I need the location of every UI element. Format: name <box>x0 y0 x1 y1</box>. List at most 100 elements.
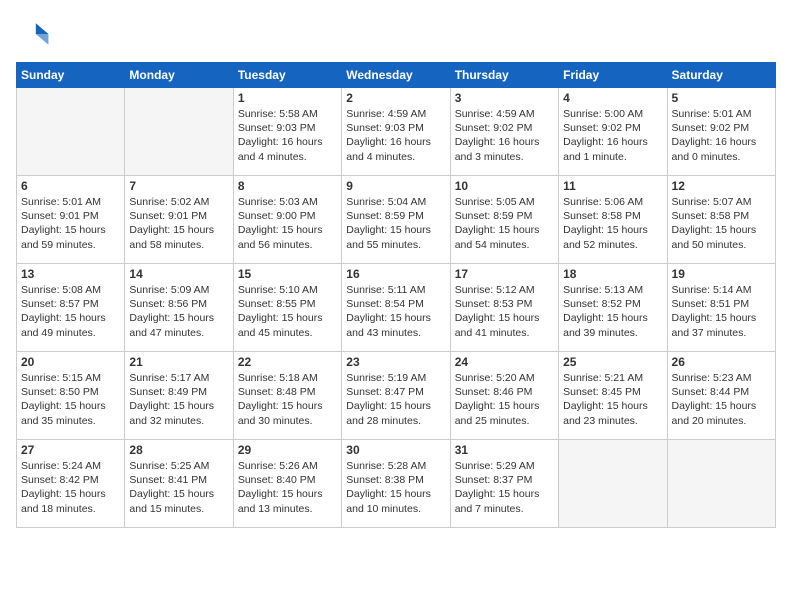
logo-icon <box>16 16 52 52</box>
calendar-cell: 12 Sunrise: 5:07 AMSunset: 8:58 PMDayligh… <box>667 176 775 264</box>
cell-info: Sunrise: 5:09 AMSunset: 8:56 PMDaylight:… <box>129 283 228 340</box>
day-number: 15 <box>238 267 337 281</box>
calendar-cell: 28 Sunrise: 5:25 AMSunset: 8:41 PMDayligh… <box>125 440 233 528</box>
calendar-cell: 10 Sunrise: 5:05 AMSunset: 8:59 PMDayligh… <box>450 176 558 264</box>
calendar-cell: 24 Sunrise: 5:20 AMSunset: 8:46 PMDayligh… <box>450 352 558 440</box>
page-header <box>16 16 776 52</box>
cell-info: Sunrise: 5:24 AMSunset: 8:42 PMDaylight:… <box>21 459 120 516</box>
calendar-cell: 8 Sunrise: 5:03 AMSunset: 9:00 PMDaylight… <box>233 176 341 264</box>
cell-info: Sunrise: 5:04 AMSunset: 8:59 PMDaylight:… <box>346 195 445 252</box>
day-number: 27 <box>21 443 120 457</box>
calendar-header-row: SundayMondayTuesdayWednesdayThursdayFrid… <box>17 63 776 88</box>
day-number: 23 <box>346 355 445 369</box>
cell-info: Sunrise: 5:01 AMSunset: 9:01 PMDaylight:… <box>21 195 120 252</box>
day-number: 20 <box>21 355 120 369</box>
calendar-cell: 5 Sunrise: 5:01 AMSunset: 9:02 PMDaylight… <box>667 88 775 176</box>
calendar-header-saturday: Saturday <box>667 63 775 88</box>
calendar-cell: 22 Sunrise: 5:18 AMSunset: 8:48 PMDayligh… <box>233 352 341 440</box>
calendar-cell: 23 Sunrise: 5:19 AMSunset: 8:47 PMDayligh… <box>342 352 450 440</box>
day-number: 25 <box>563 355 662 369</box>
cell-info: Sunrise: 5:00 AMSunset: 9:02 PMDaylight:… <box>563 107 662 164</box>
calendar-cell: 19 Sunrise: 5:14 AMSunset: 8:51 PMDayligh… <box>667 264 775 352</box>
cell-info: Sunrise: 5:23 AMSunset: 8:44 PMDaylight:… <box>672 371 771 428</box>
day-number: 7 <box>129 179 228 193</box>
day-number: 18 <box>563 267 662 281</box>
week-row-5: 27 Sunrise: 5:24 AMSunset: 8:42 PMDayligh… <box>17 440 776 528</box>
calendar-cell: 6 Sunrise: 5:01 AMSunset: 9:01 PMDaylight… <box>17 176 125 264</box>
day-number: 11 <box>563 179 662 193</box>
day-number: 4 <box>563 91 662 105</box>
day-number: 16 <box>346 267 445 281</box>
calendar-cell: 20 Sunrise: 5:15 AMSunset: 8:50 PMDayligh… <box>17 352 125 440</box>
day-number: 17 <box>455 267 554 281</box>
calendar-cell <box>559 440 667 528</box>
cell-info: Sunrise: 5:12 AMSunset: 8:53 PMDaylight:… <box>455 283 554 340</box>
cell-info: Sunrise: 5:20 AMSunset: 8:46 PMDaylight:… <box>455 371 554 428</box>
day-number: 2 <box>346 91 445 105</box>
cell-info: Sunrise: 5:19 AMSunset: 8:47 PMDaylight:… <box>346 371 445 428</box>
calendar-cell: 29 Sunrise: 5:26 AMSunset: 8:40 PMDayligh… <box>233 440 341 528</box>
cell-info: Sunrise: 5:07 AMSunset: 8:58 PMDaylight:… <box>672 195 771 252</box>
cell-info: Sunrise: 4:59 AMSunset: 9:03 PMDaylight:… <box>346 107 445 164</box>
day-number: 30 <box>346 443 445 457</box>
day-number: 14 <box>129 267 228 281</box>
cell-info: Sunrise: 5:17 AMSunset: 8:49 PMDaylight:… <box>129 371 228 428</box>
calendar-cell: 27 Sunrise: 5:24 AMSunset: 8:42 PMDayligh… <box>17 440 125 528</box>
calendar-cell: 7 Sunrise: 5:02 AMSunset: 9:01 PMDaylight… <box>125 176 233 264</box>
cell-info: Sunrise: 5:25 AMSunset: 8:41 PMDaylight:… <box>129 459 228 516</box>
cell-info: Sunrise: 4:59 AMSunset: 9:02 PMDaylight:… <box>455 107 554 164</box>
calendar-cell: 26Sunrise: 5:23 AMSunset: 8:44 PMDayligh… <box>667 352 775 440</box>
week-row-4: 20 Sunrise: 5:15 AMSunset: 8:50 PMDayligh… <box>17 352 776 440</box>
calendar-cell: 3 Sunrise: 4:59 AMSunset: 9:02 PMDaylight… <box>450 88 558 176</box>
cell-info: Sunrise: 5:15 AMSunset: 8:50 PMDaylight:… <box>21 371 120 428</box>
day-number: 21 <box>129 355 228 369</box>
calendar-cell: 1Sunrise: 5:58 AMSunset: 9:03 PMDaylight… <box>233 88 341 176</box>
day-number: 24 <box>455 355 554 369</box>
calendar-cell: 18 Sunrise: 5:13 AMSunset: 8:52 PMDayligh… <box>559 264 667 352</box>
calendar-header-monday: Monday <box>125 63 233 88</box>
calendar-cell <box>667 440 775 528</box>
calendar-header-tuesday: Tuesday <box>233 63 341 88</box>
cell-info: Sunrise: 5:14 AMSunset: 8:51 PMDaylight:… <box>672 283 771 340</box>
calendar-cell: 11 Sunrise: 5:06 AMSunset: 8:58 PMDayligh… <box>559 176 667 264</box>
cell-info: Sunrise: 5:29 AMSunset: 8:37 PMDaylight:… <box>455 459 554 516</box>
cell-info: Sunrise: 5:18 AMSunset: 8:48 PMDaylight:… <box>238 371 337 428</box>
calendar-header-wednesday: Wednesday <box>342 63 450 88</box>
cell-info: Sunrise: 5:11 AMSunset: 8:54 PMDaylight:… <box>346 283 445 340</box>
day-number: 13 <box>21 267 120 281</box>
calendar-cell: 16 Sunrise: 5:11 AMSunset: 8:54 PMDayligh… <box>342 264 450 352</box>
calendar-header-friday: Friday <box>559 63 667 88</box>
cell-info: Sunrise: 5:08 AMSunset: 8:57 PMDaylight:… <box>21 283 120 340</box>
day-number: 19 <box>672 267 771 281</box>
calendar-cell: 17 Sunrise: 5:12 AMSunset: 8:53 PMDayligh… <box>450 264 558 352</box>
cell-info: Sunrise: 5:01 AMSunset: 9:02 PMDaylight:… <box>672 107 771 164</box>
day-number: 12 <box>672 179 771 193</box>
calendar-cell: 15Sunrise: 5:10 AMSunset: 8:55 PMDayligh… <box>233 264 341 352</box>
cell-info: Sunrise: 5:26 AMSunset: 8:40 PMDaylight:… <box>238 459 337 516</box>
calendar-header-sunday: Sunday <box>17 63 125 88</box>
day-number: 6 <box>21 179 120 193</box>
day-number: 1 <box>238 91 337 105</box>
day-number: 8 <box>238 179 337 193</box>
cell-info: Sunrise: 5:03 AMSunset: 9:00 PMDaylight:… <box>238 195 337 252</box>
day-number: 5 <box>672 91 771 105</box>
day-number: 10 <box>455 179 554 193</box>
calendar-table: SundayMondayTuesdayWednesdayThursdayFrid… <box>16 62 776 528</box>
calendar-cell: 4 Sunrise: 5:00 AMSunset: 9:02 PMDaylight… <box>559 88 667 176</box>
calendar-cell: 31Sunrise: 5:29 AMSunset: 8:37 PMDayligh… <box>450 440 558 528</box>
day-number: 28 <box>129 443 228 457</box>
day-number: 3 <box>455 91 554 105</box>
calendar-body: 1Sunrise: 5:58 AMSunset: 9:03 PMDaylight… <box>17 88 776 528</box>
day-number: 22 <box>238 355 337 369</box>
cell-info: Sunrise: 5:21 AMSunset: 8:45 PMDaylight:… <box>563 371 662 428</box>
cell-info: Sunrise: 5:02 AMSunset: 9:01 PMDaylight:… <box>129 195 228 252</box>
day-number: 29 <box>238 443 337 457</box>
calendar-cell <box>17 88 125 176</box>
week-row-2: 6 Sunrise: 5:01 AMSunset: 9:01 PMDaylight… <box>17 176 776 264</box>
cell-info: Sunrise: 5:06 AMSunset: 8:58 PMDaylight:… <box>563 195 662 252</box>
calendar-cell: 14 Sunrise: 5:09 AMSunset: 8:56 PMDayligh… <box>125 264 233 352</box>
logo <box>16 16 56 52</box>
calendar-cell: 2 Sunrise: 4:59 AMSunset: 9:03 PMDaylight… <box>342 88 450 176</box>
cell-info: Sunrise: 5:13 AMSunset: 8:52 PMDaylight:… <box>563 283 662 340</box>
cell-info: Sunrise: 5:05 AMSunset: 8:59 PMDaylight:… <box>455 195 554 252</box>
